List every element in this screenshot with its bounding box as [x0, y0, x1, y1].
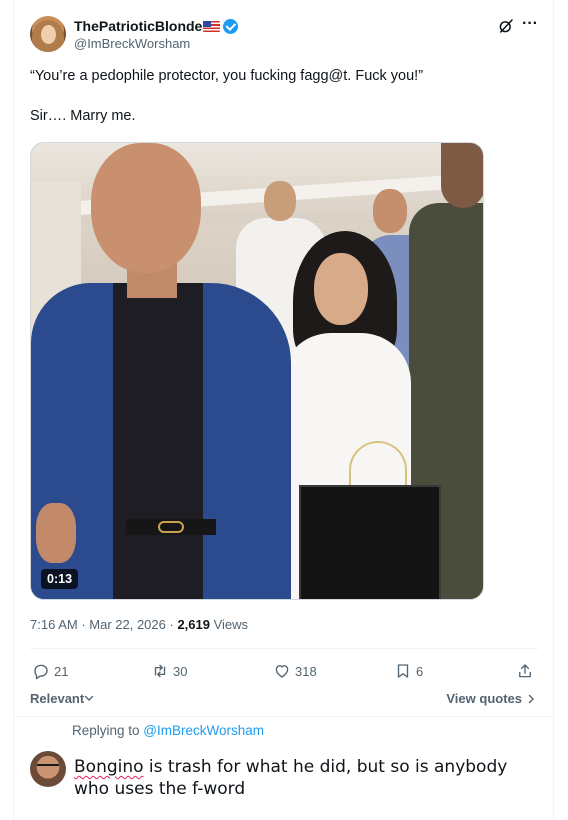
divider: [30, 648, 538, 649]
video-man-shirt: [113, 283, 203, 599]
reply-icon: [34, 664, 48, 680]
us-flag-icon: [203, 20, 221, 32]
meta-separator: ·: [77, 617, 90, 632]
video-guard-head: [441, 143, 483, 208]
tweet-time[interactable]: 7:16 AM: [30, 617, 78, 632]
video-background-person-1-head: [264, 181, 296, 221]
author-name-row[interactable]: ThePatrioticBlonde: [74, 17, 239, 35]
action-bar: 21 30 318 6: [30, 660, 538, 682]
tweet-meta: 7:16 AM · Mar 22, 2026 · 2,619 Views: [30, 617, 248, 632]
video-man-buckle: [158, 521, 184, 533]
repost-count: 30: [173, 663, 188, 679]
like-count: 318: [295, 663, 317, 679]
video-man-hand: [36, 503, 76, 563]
views-count: 2,619: [177, 617, 210, 632]
chevron-down-icon[interactable]: [84, 693, 94, 703]
share-icon: [519, 664, 531, 678]
current-user-avatar[interactable]: [30, 751, 66, 787]
reply-count: 21: [54, 663, 69, 679]
share-button[interactable]: [516, 660, 534, 682]
tweet-body: “You’re a pedophile protector, you fucki…: [30, 66, 530, 126]
repost-button[interactable]: 30: [151, 660, 187, 682]
like-button[interactable]: 318: [273, 660, 317, 682]
video-bag-strap: [349, 441, 407, 491]
reply-button[interactable]: 21: [32, 660, 68, 682]
replying-to-prefix: Replying to: [72, 723, 144, 738]
bookmark-button[interactable]: 6: [394, 660, 423, 682]
meta-separator: ·: [165, 617, 178, 632]
avatar-glasses: [37, 764, 59, 770]
replying-to-handle[interactable]: @ImBreckWorsham: [143, 723, 264, 738]
repost-icon: [154, 664, 166, 678]
video-background-person-2-head: [373, 189, 407, 233]
replies-sort-row: Relevant View quotes: [30, 690, 538, 710]
reply-compose-input[interactable]: Bongino is trash for what he did, but so…: [74, 756, 544, 800]
misspelled-word[interactable]: Bongino: [74, 757, 144, 777]
bookmark-count: 6: [416, 663, 424, 679]
sort-relevant-dropdown[interactable]: Relevant: [30, 691, 84, 706]
video-man-head: [91, 143, 201, 273]
tweet-text-line-2: Sir…. Marry me.: [30, 108, 136, 124]
tweet-date[interactable]: Mar 22, 2026: [89, 617, 166, 632]
author-avatar[interactable]: [30, 16, 66, 52]
video-shopping-bag: [299, 485, 441, 599]
more-icon[interactable]: ···: [521, 16, 539, 34]
tweet-text-line-1: “You’re a pedophile protector, you fucki…: [30, 68, 424, 84]
video-duration-badge: 0:13: [41, 569, 79, 589]
heart-icon: [275, 665, 289, 678]
frame-left-border: [13, 0, 14, 820]
video-woman-face: [314, 253, 368, 325]
replying-to: Replying to @ImBreckWorsham: [72, 723, 264, 738]
frame-right-border: [553, 0, 554, 820]
chevron-right-icon[interactable]: [526, 694, 536, 704]
view-quotes-link[interactable]: View quotes: [446, 691, 522, 706]
divider: [13, 716, 554, 717]
tweet-header: ThePatrioticBlonde @ImBreckWorsham ···: [30, 16, 538, 56]
bookmark-icon: [397, 664, 409, 678]
author-handle[interactable]: @ImBreckWorsham: [74, 36, 190, 51]
verified-badge-icon[interactable]: [223, 18, 239, 34]
video-player[interactable]: 0:13: [30, 142, 484, 600]
avatar-face: [41, 25, 56, 44]
author-display-name[interactable]: ThePatrioticBlonde: [74, 18, 202, 34]
views-label: Views: [209, 617, 249, 632]
grok-icon[interactable]: [497, 17, 515, 35]
